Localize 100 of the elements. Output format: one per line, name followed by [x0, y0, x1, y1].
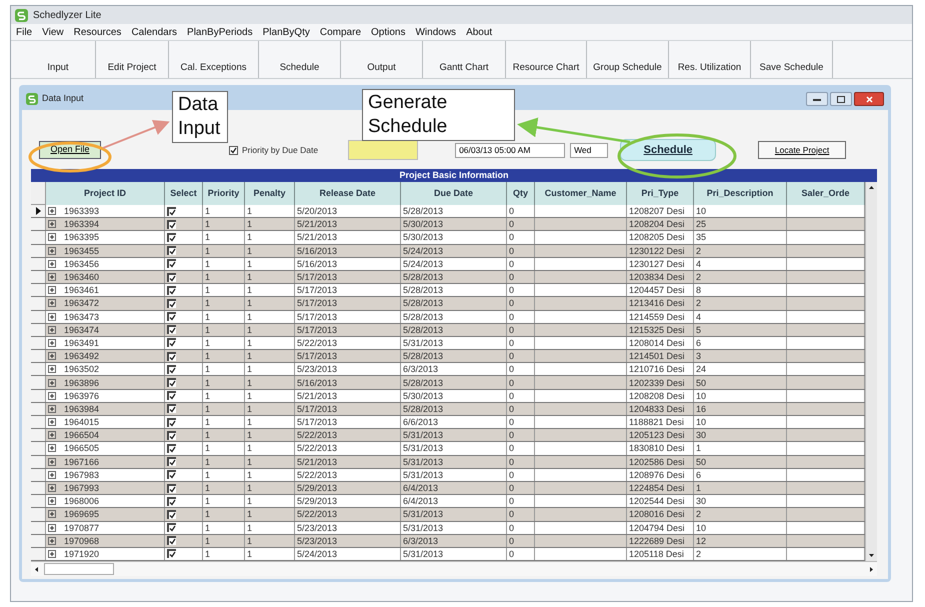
maximize-button[interactable]: [830, 92, 852, 106]
checkbox[interactable]: [167, 404, 176, 414]
table-cell: 1963393: [64, 205, 100, 218]
expand-icon[interactable]: [48, 220, 56, 228]
toolbar-button[interactable]: Schedule: [259, 41, 341, 78]
expand-icon[interactable]: [48, 260, 56, 268]
day-field[interactable]: Wed: [570, 142, 608, 158]
table-cell: 2: [696, 508, 702, 520]
toolbar-button[interactable]: Save Schedule: [751, 41, 833, 78]
checkbox[interactable]: [167, 470, 176, 480]
table-cell: 1966505: [64, 442, 100, 454]
checkbox[interactable]: [167, 510, 176, 519]
toolbar-button[interactable]: Group Schedule: [587, 41, 669, 78]
checkbox[interactable]: [167, 272, 176, 282]
scrollbar-thumb[interactable]: [44, 563, 114, 576]
checkbox[interactable]: [167, 430, 176, 440]
locate-project-button[interactable]: Locate Project: [758, 141, 846, 159]
expand-icon[interactable]: [48, 365, 56, 374]
expand-icon[interactable]: [48, 207, 56, 216]
expand-icon[interactable]: [48, 536, 56, 545]
checkbox[interactable]: [229, 146, 238, 154]
table-cell: 0: [509, 402, 514, 415]
table-cell: 1205118 Desi: [629, 548, 684, 560]
menu-item[interactable]: Windows: [410, 24, 462, 40]
expand-icon[interactable]: [48, 510, 56, 518]
expand-icon[interactable]: [48, 484, 56, 492]
menu-item[interactable]: About: [461, 24, 498, 40]
checkbox[interactable]: [167, 325, 176, 334]
toolbar-button[interactable]: Cal. Exceptions: [169, 41, 259, 78]
expand-icon[interactable]: [48, 418, 56, 426]
expand-icon[interactable]: [48, 470, 56, 479]
checkbox[interactable]: [167, 312, 176, 322]
checkbox[interactable]: [167, 444, 176, 453]
toolbar-button[interactable]: Gantt Chart: [423, 41, 506, 78]
checkbox[interactable]: [167, 246, 176, 256]
schedule-button[interactable]: Schedule: [620, 139, 716, 161]
vertical-scrollbar[interactable]: [865, 182, 877, 562]
checkbox[interactable]: [167, 298, 176, 308]
menu-item[interactable]: Calendars: [126, 24, 182, 40]
menu-item[interactable]: Compare: [314, 24, 366, 40]
checkbox[interactable]: [167, 206, 176, 216]
table-cell: 1: [247, 297, 252, 310]
expand-icon[interactable]: [48, 273, 56, 282]
menu-item[interactable]: PlanByQty: [258, 24, 315, 40]
checkbox[interactable]: [167, 523, 176, 532]
expand-icon[interactable]: [48, 550, 56, 558]
checkbox[interactable]: [167, 536, 176, 546]
menu-item[interactable]: Resources: [68, 24, 126, 40]
menu-item[interactable]: View: [37, 24, 69, 40]
table-cell: 1: [247, 284, 252, 296]
expand-icon[interactable]: [48, 431, 56, 440]
horizontal-scrollbar[interactable]: [31, 561, 877, 576]
table-cell: 1: [247, 336, 252, 349]
date-field[interactable]: 06/03/13 05:00 AM: [455, 142, 566, 158]
toolbar-button[interactable]: Output: [341, 41, 423, 78]
checkbox[interactable]: [167, 232, 176, 242]
checkbox[interactable]: [167, 457, 176, 466]
checkbox[interactable]: [167, 484, 176, 493]
action-button[interactable]: [348, 140, 418, 160]
checkbox[interactable]: [167, 352, 176, 361]
table-cell: 1: [205, 456, 210, 468]
checkbox[interactable]: [167, 364, 176, 374]
close-button[interactable]: [854, 92, 884, 106]
expand-icon[interactable]: [48, 299, 56, 308]
toolbar-button[interactable]: Res. Utilization: [669, 41, 751, 78]
expand-icon[interactable]: [48, 404, 56, 413]
expand-icon[interactable]: [48, 392, 56, 400]
menu-item[interactable]: File: [11, 24, 38, 40]
expand-icon[interactable]: [48, 326, 56, 334]
checkbox[interactable]: [167, 391, 176, 400]
table-cell: 5/28/2013: [403, 271, 444, 284]
expand-icon[interactable]: [48, 233, 56, 242]
expand-icon[interactable]: [48, 246, 56, 255]
checkbox[interactable]: [167, 496, 176, 506]
minimize-button[interactable]: [806, 92, 828, 106]
checkbox[interactable]: [167, 418, 176, 427]
checkbox[interactable]: [167, 338, 176, 348]
toolbar-button[interactable]: Input: [21, 41, 96, 78]
expand-icon[interactable]: [48, 458, 56, 466]
expand-icon[interactable]: [48, 312, 56, 321]
menu-item[interactable]: Options: [366, 24, 410, 40]
table-cell: 1: [205, 429, 210, 442]
expand-icon[interactable]: [48, 524, 56, 532]
expand-icon[interactable]: [48, 444, 56, 452]
table-cell: 0: [509, 522, 514, 534]
expand-icon[interactable]: [48, 378, 56, 387]
checkbox[interactable]: [167, 549, 176, 558]
menu-item[interactable]: PlanByPeriods: [182, 24, 258, 40]
row-header[interactable]: [31, 205, 46, 218]
expand-icon[interactable]: [48, 497, 56, 506]
checkbox[interactable]: [167, 378, 176, 388]
expand-icon[interactable]: [48, 352, 56, 360]
checkbox[interactable]: [167, 286, 176, 295]
checkbox[interactable]: [167, 220, 176, 229]
expand-icon[interactable]: [48, 338, 56, 347]
table-cell: 1: [205, 297, 210, 310]
toolbar-button[interactable]: Resource Chart: [506, 41, 587, 78]
expand-icon[interactable]: [48, 286, 56, 294]
checkbox[interactable]: [167, 259, 176, 268]
toolbar-button[interactable]: Edit Project: [96, 41, 169, 78]
